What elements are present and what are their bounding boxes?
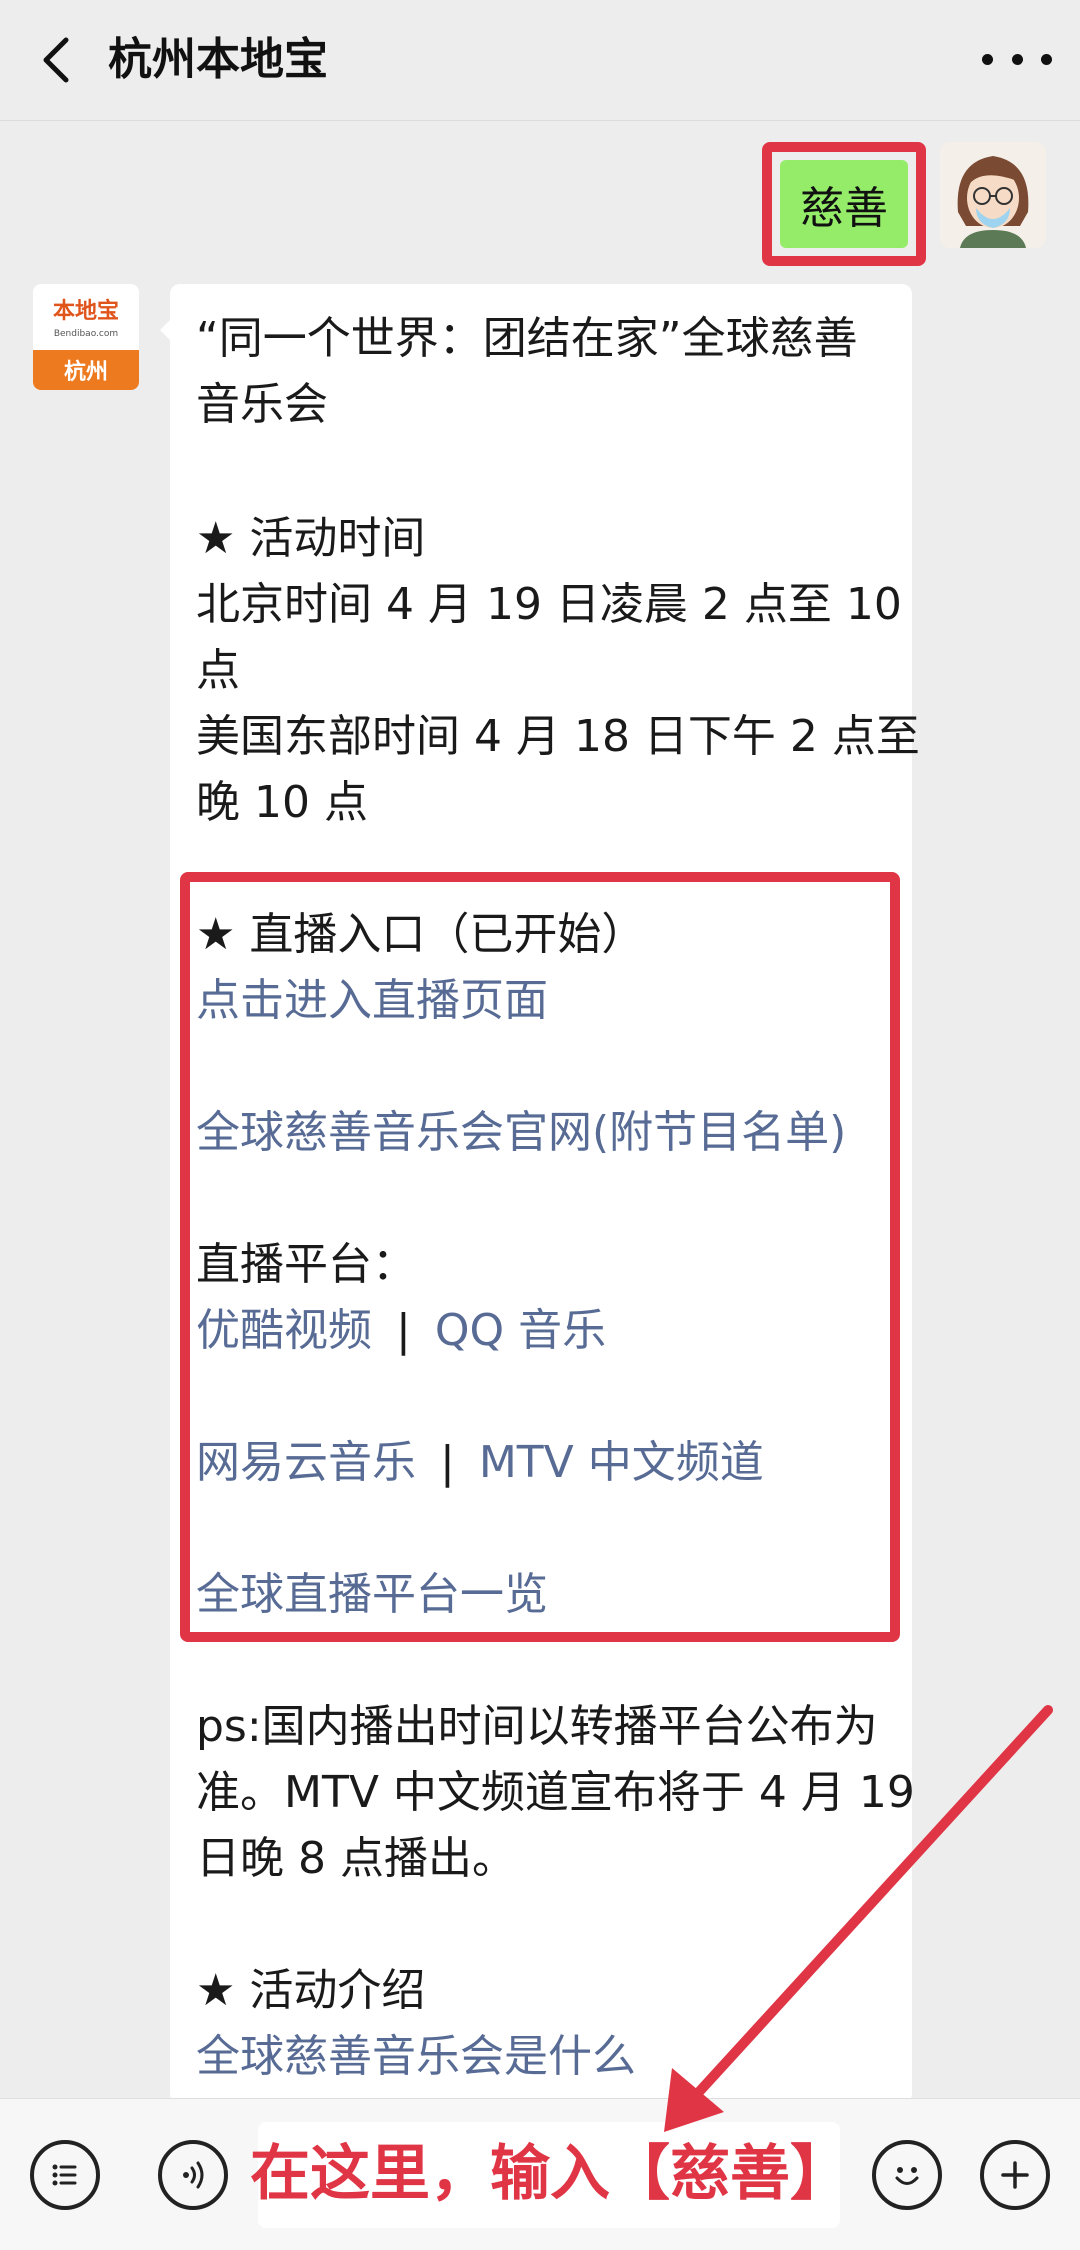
concert-info-link[interactable]: 全球慈善音乐会是什么 [196, 2024, 636, 2090]
text-line: 准。MTV 中文频道宣布将于 4 月 19 [196, 1767, 915, 1818]
text-line: 北京时间 4 月 19 日凌晨 2 点至 10 [196, 579, 902, 630]
platform-links-row: 优酷视频 | QQ 音乐 [196, 1298, 606, 1364]
text-line: 日晚 8 点播出。 [196, 1833, 516, 1884]
all-platforms-link[interactable]: 全球直播平台一览 [196, 1562, 548, 1628]
separator: | [440, 1437, 455, 1488]
section-heading: ★ 直播入口（已开始） [196, 909, 646, 960]
text-line: 美国东部时间 4 月 18 日下午 2 点至 [196, 711, 920, 762]
chat-title: 杭州本地宝 [108, 34, 328, 85]
text-line: 音乐会 [196, 379, 328, 430]
mtv-link[interactable]: MTV 中文频道 [479, 1437, 764, 1488]
text-line: 晚 10 点 [196, 777, 368, 828]
netease-music-link[interactable]: 网易云音乐 [196, 1437, 416, 1488]
back-icon[interactable] [30, 30, 90, 90]
live-page-link[interactable]: 点击进入直播页面 [196, 968, 548, 1034]
text-line: 点 [196, 645, 240, 696]
svg-text:Bendibao.com: Bendibao.com [54, 329, 118, 339]
sent-message-highlight: 慈善 [762, 142, 926, 266]
platform-links-row: 网易云音乐 | MTV 中文频道 [196, 1430, 764, 1496]
top-bar: 杭州本地宝 [0, 0, 1080, 121]
input-annotation: 在这里，输入【慈善】 [250, 2139, 850, 2209]
voice-icon[interactable] [158, 2140, 228, 2210]
section-heading: ★ 活动介绍 [196, 1965, 426, 2016]
separator: | [396, 1305, 411, 1356]
emoji-icon[interactable] [872, 2140, 942, 2210]
text-line: 直播平台： [196, 1239, 416, 1290]
menu-list-icon[interactable] [30, 2140, 100, 2210]
qq-music-link[interactable]: QQ 音乐 [435, 1305, 606, 1356]
plus-icon[interactable] [980, 2140, 1050, 2210]
section-heading: ★ 活动时间 [196, 513, 426, 564]
svg-text:杭州: 杭州 [64, 359, 108, 385]
youku-link[interactable]: 优酷视频 [196, 1305, 372, 1356]
official-site-link[interactable]: 全球慈善音乐会官网(附节目名单) [196, 1100, 846, 1166]
svg-text:本地宝: 本地宝 [53, 298, 119, 324]
text-line: “同一个世界：团结在家”全球慈善 [196, 313, 858, 364]
official-account-avatar[interactable]: 本地宝 Bendibao.com 杭州 [33, 284, 139, 390]
text-line: ps:国内播出时间以转播平台公布为 [196, 1701, 878, 1752]
sent-message[interactable]: 慈善 [780, 160, 908, 248]
more-icon[interactable] [982, 34, 1052, 84]
user-avatar[interactable] [940, 142, 1046, 248]
